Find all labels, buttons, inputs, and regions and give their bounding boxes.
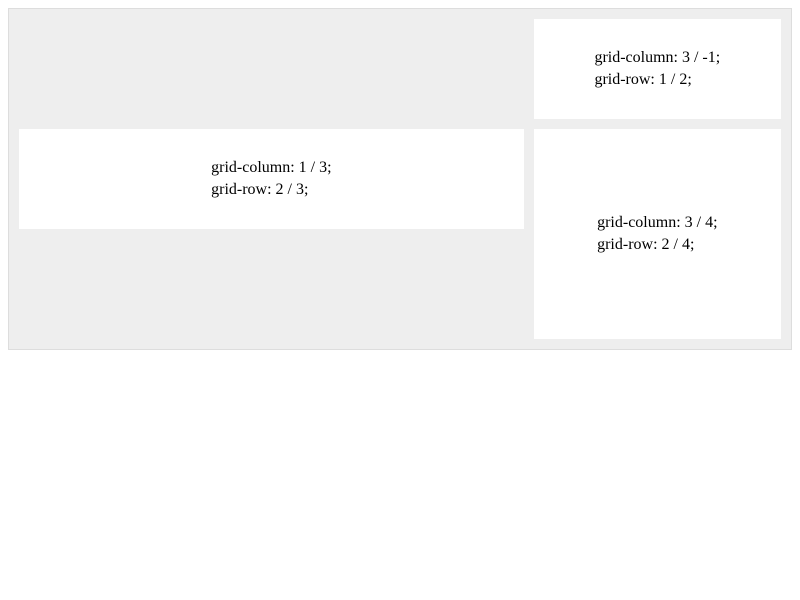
code-block: grid-column: 1 / 3; grid-row: 2 / 3; (211, 157, 331, 202)
code-line: grid-row: 2 / 3; (211, 179, 331, 201)
code-block: grid-column: 3 / -1; grid-row: 1 / 2; (594, 47, 720, 92)
code-line: grid-row: 1 / 2; (594, 69, 720, 91)
grid-item-c: grid-column: 3 / 4; grid-row: 2 / 4; (534, 129, 781, 339)
code-block: grid-column: 3 / 4; grid-row: 2 / 4; (597, 212, 717, 257)
grid-item-a: grid-column: 3 / -1; grid-row: 1 / 2; (534, 19, 781, 119)
grid-container: grid-column: 3 / -1; grid-row: 1 / 2; gr… (8, 8, 792, 350)
code-line: grid-column: 1 / 3; (211, 157, 331, 179)
grid-item-b: grid-column: 1 / 3; grid-row: 2 / 3; (19, 129, 524, 229)
code-line: grid-column: 3 / -1; (594, 47, 720, 69)
code-line: grid-row: 2 / 4; (597, 234, 717, 256)
code-line: grid-column: 3 / 4; (597, 212, 717, 234)
